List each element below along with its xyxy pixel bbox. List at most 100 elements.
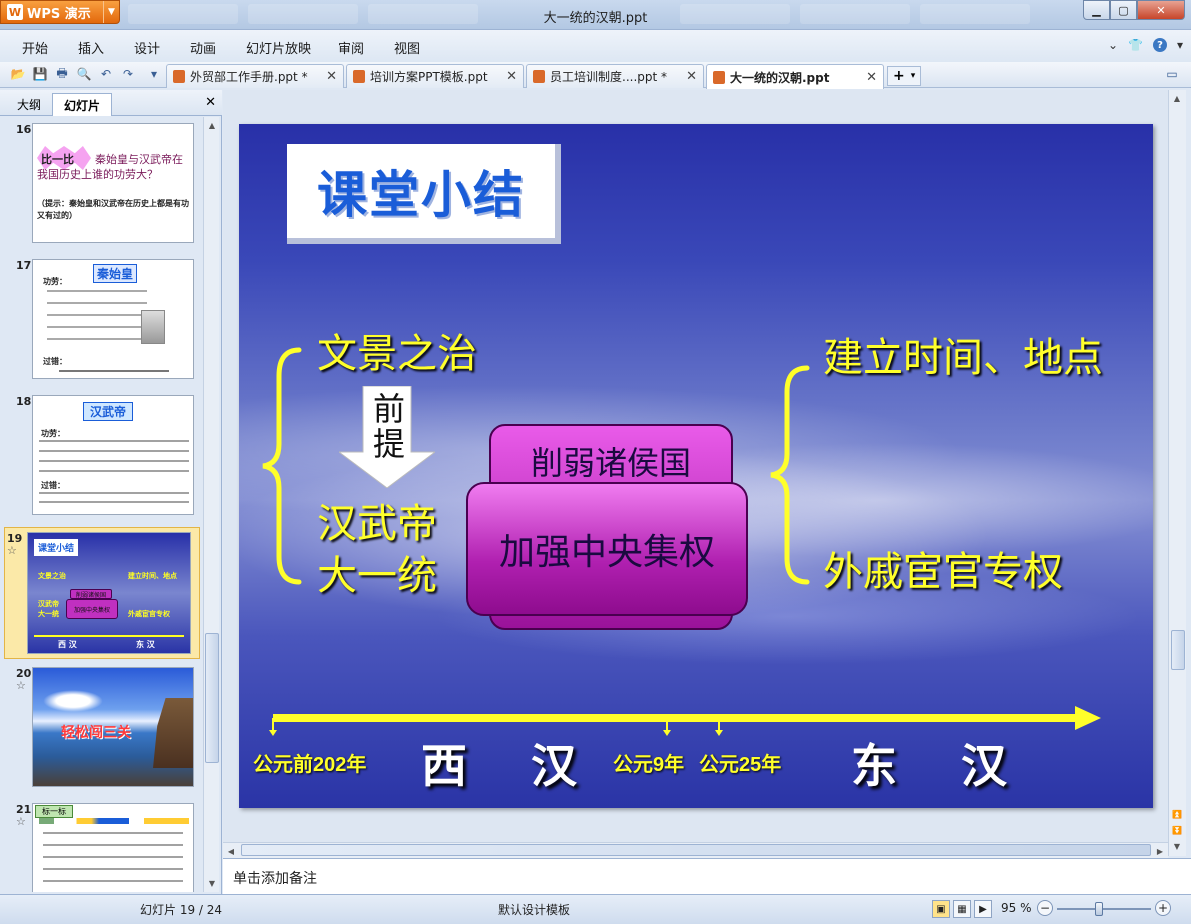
thumb-title: 汉武帝 — [83, 402, 134, 421]
slides-pane: 大纲 幻灯片 ✕ 16 比一比 秦始皇与汉武帝在我国历史上谁的功劳大？ （提示：… — [0, 90, 222, 894]
close-tab-icon[interactable]: ✕ — [686, 69, 697, 84]
scroll-down-icon[interactable]: ▼ — [204, 875, 220, 891]
scroll-up-icon[interactable]: ▲ — [204, 117, 220, 133]
zoom-in-icon[interactable]: + — [1155, 900, 1171, 916]
zoom-out-icon[interactable]: − — [1037, 900, 1053, 916]
scroll-left-icon[interactable]: ◀ — [223, 843, 239, 859]
text-dayitong[interactable]: 大一统 — [317, 556, 437, 596]
close-button[interactable]: ✕ — [1137, 0, 1185, 20]
design-template-name[interactable]: 默认设计模板 — [498, 901, 570, 918]
slideshow-icon[interactable]: ▶ — [974, 900, 992, 918]
thumb-era: 西 汉 — [58, 640, 77, 649]
rock-shape — [153, 698, 193, 768]
left-brace — [262, 347, 302, 585]
undo-icon[interactable]: ↶ — [98, 66, 114, 82]
text-establish[interactable]: 建立时间、地点 — [823, 338, 1103, 378]
current-slide[interactable]: 课堂小结 文景之治 前 提 汉武帝 大一统 削弱诸侯国 加强中央集权 建立时间、… — [239, 124, 1153, 808]
era-eastern-han[interactable]: 东 汉 — [851, 730, 1031, 796]
slide-editor: 课堂小结 文景之治 前 提 汉武帝 大一统 削弱诸侯国 加强中央集权 建立时间、… — [223, 90, 1168, 842]
slide-title-box[interactable]: 课堂小结 — [287, 144, 561, 244]
scroll-thumb[interactable] — [1171, 630, 1185, 670]
slide-thumbnail-16[interactable]: 16 比一比 秦始皇与汉武帝在我国历史上谁的功劳大？ （提示：秦始皇和汉武帝在历… — [4, 117, 200, 251]
notes-placeholder: 单击添加备注 — [233, 871, 317, 887]
thumb-bullet: 过错： — [43, 357, 67, 366]
print-preview-icon[interactable]: 🔍 — [76, 66, 92, 82]
close-tab-icon[interactable]: ✕ — [326, 69, 337, 84]
slide-number: 18 — [16, 395, 32, 408]
slide-thumbnail-list: 16 比一比 秦始皇与汉武帝在我国历史上谁的功劳大？ （提示：秦始皇和汉武帝在历… — [0, 117, 204, 892]
notes-pane[interactable]: 单击添加备注 — [223, 858, 1191, 894]
zoom-level[interactable]: 95 % — [1001, 901, 1032, 915]
timeline-9ad-label[interactable]: 公元9年 — [613, 748, 684, 777]
slide-thumbnail-21[interactable]: 21 ☆ 标一标 — [4, 799, 200, 892]
skin-icon[interactable]: 👕 — [1128, 38, 1143, 52]
next-slide-icon[interactable]: ⏬ — [1169, 822, 1185, 838]
zoom-slider-track[interactable] — [1057, 908, 1151, 910]
weaken-vassals-label: 削弱诸侯国 — [530, 444, 691, 482]
text-wenjing[interactable]: 文景之治 — [317, 334, 477, 374]
menu-home[interactable]: 开始 — [22, 38, 48, 57]
editor-vertical-scrollbar[interactable]: ▲ ⏫ ⏬ ▼ — [1168, 90, 1186, 856]
zoom-slider-handle[interactable] — [1095, 902, 1103, 916]
doc-tab-active[interactable]: 大一统的汉朝.ppt ✕ — [706, 64, 884, 89]
close-pane-icon[interactable]: ✕ — [205, 95, 216, 110]
prev-slide-icon[interactable]: ⏫ — [1169, 806, 1185, 822]
doc-tab-2[interactable]: 培训方案PPT模板.ppt ✕ — [346, 64, 524, 88]
slide-thumbnail-17[interactable]: 17 秦始皇 功劳： 过错： — [4, 253, 200, 387]
minimize-button[interactable]: ▁ — [1083, 0, 1110, 20]
menu-review[interactable]: 审阅 — [338, 38, 364, 57]
scroll-down-icon[interactable]: ▼ — [1169, 838, 1185, 854]
menu-insert[interactable]: 插入 — [78, 38, 104, 57]
slide-sorter-icon[interactable]: ▦ — [953, 900, 971, 918]
slide-preview: 汉武帝 功劳： 过错： — [32, 395, 194, 515]
doc-tab-1[interactable]: 外贸部工作手册.ppt * ✕ — [166, 64, 344, 88]
help-icon[interactable]: ? — [1152, 38, 1167, 52]
menu-animation[interactable]: 动画 — [190, 38, 216, 57]
arrow-char: 前 — [372, 390, 405, 428]
menu-design[interactable]: 设计 — [134, 38, 160, 57]
doc-tab-3[interactable]: 员工培训制度....ppt * ✕ — [526, 64, 704, 88]
close-tab-icon[interactable]: ✕ — [866, 70, 877, 85]
scroll-right-icon[interactable]: ▶ — [1152, 843, 1168, 859]
scroll-thumb[interactable] — [241, 844, 1151, 856]
slide-thumbnail-20[interactable]: 20 ☆ 轻松闯三关 — [4, 663, 200, 793]
scroll-up-icon[interactable]: ▲ — [1169, 90, 1185, 106]
slide-thumbnail-18[interactable]: 18 汉武帝 功劳： 过错： — [4, 389, 200, 523]
thumbnail-scrollbar[interactable]: ▲ ▼ — [203, 117, 219, 892]
wps-presentation-window: W WPS 演示 ▼ 大一统的汉朝.ppt ▁ ▢ ✕ 开始 插入 设计 动画 … — [0, 0, 1191, 924]
timeline-25ad-label[interactable]: 公元25年 — [699, 748, 781, 777]
menu-slideshow[interactable]: 幻灯片放映 — [246, 38, 311, 57]
thumb-label: 文景之治 — [38, 572, 66, 580]
redo-icon[interactable]: ↷ — [120, 66, 136, 82]
save-icon[interactable]: 💾 — [32, 66, 48, 82]
ppt-file-icon — [353, 70, 365, 83]
tab-slides[interactable]: 幻灯片 — [52, 93, 112, 116]
text-hanwudi[interactable]: 汉武帝 — [317, 504, 437, 544]
close-tab-icon[interactable]: ✕ — [506, 69, 517, 84]
slide-number: 16 — [16, 123, 32, 136]
slide-thumbnail-19-selected[interactable]: 19 ☆ 课堂小结 文景之治 建立时间、地点 削弱诸侯国 汉武帝 大一统 加强中… — [4, 527, 200, 659]
editor-horizontal-scrollbar[interactable]: ◀ ▶ — [223, 842, 1168, 858]
thumb-text: 秦始皇与汉武帝在我国历史上谁的功劳大？ — [37, 153, 183, 181]
era-western-han[interactable]: 西 汉 — [421, 730, 601, 796]
new-tab-button[interactable]: + ▾ — [887, 66, 921, 86]
text-eunuch[interactable]: 外戚宦官专权 — [823, 552, 1063, 592]
chevron-down-icon[interactable]: ▾ — [1177, 38, 1183, 52]
ppt-file-icon — [173, 70, 185, 83]
thumb-decoration — [39, 818, 189, 824]
slide-preview: 比一比 秦始皇与汉武帝在我国历史上谁的功劳大？ （提示：秦始皇和汉武帝在历史上都… — [32, 123, 194, 243]
open-folder-icon[interactable]: 📂 — [10, 66, 26, 82]
scroll-thumb[interactable] — [205, 633, 219, 763]
ppt-file-icon — [713, 70, 725, 84]
timeline-start-label[interactable]: 公元前202年 — [253, 748, 366, 777]
print-icon[interactable]: 🖶 — [54, 66, 70, 82]
slide-counter: 幻灯片 19 / 24 — [140, 903, 223, 917]
customize-toolbar-icon[interactable]: ▾ — [146, 66, 162, 82]
maximize-button[interactable]: ▢ — [1110, 0, 1137, 20]
window-layout-icon[interactable]: ▭ — [1164, 66, 1180, 82]
normal-view-icon[interactable]: ▣ — [932, 900, 950, 918]
centralization-box[interactable]: 加强中央集权 — [466, 482, 748, 616]
menu-view[interactable]: 视图 — [394, 38, 420, 57]
tab-outline[interactable]: 大纲 — [8, 93, 50, 116]
collapse-ribbon-icon[interactable]: ⌄ — [1108, 38, 1118, 52]
